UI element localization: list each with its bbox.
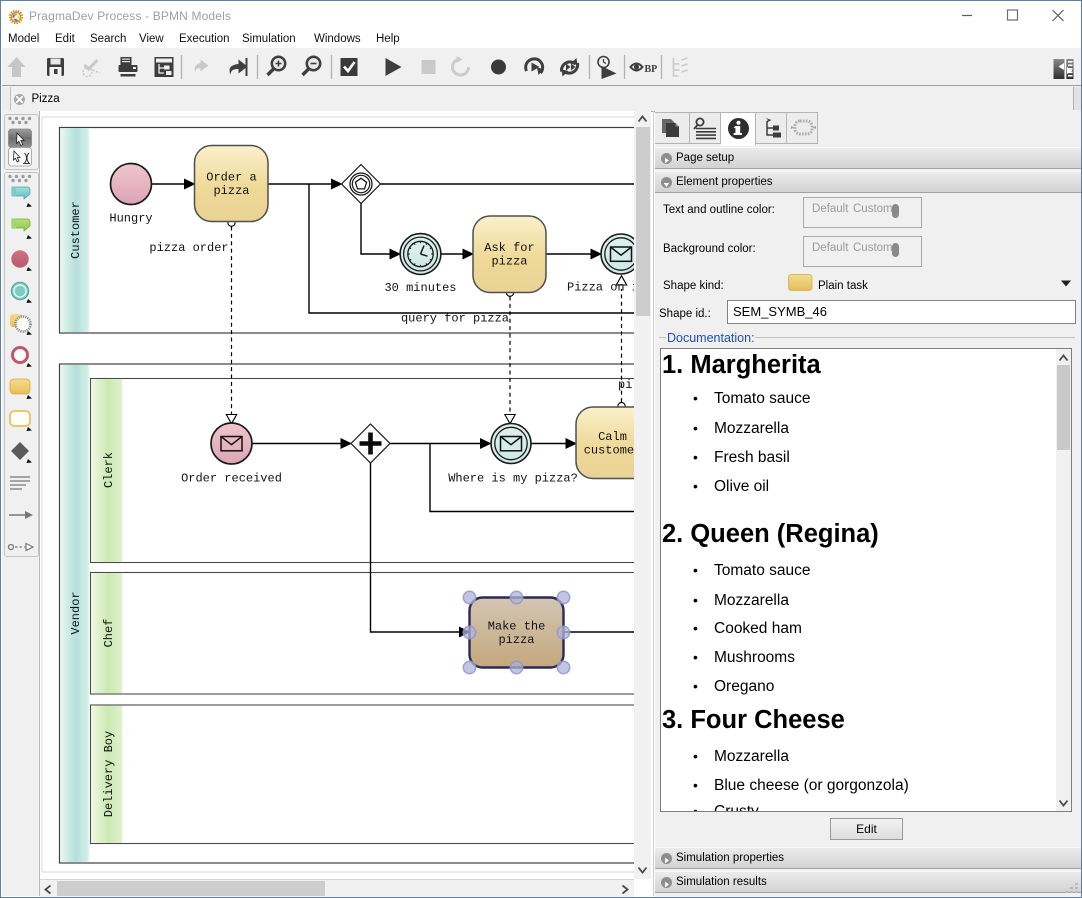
svg-text:pizza: pizza — [491, 255, 527, 269]
svg-text:Chef: Chef — [102, 619, 116, 648]
svg-text:Vendor: Vendor — [69, 591, 83, 634]
svg-text:query for pizza: query for pizza — [401, 312, 509, 326]
svg-text:BP: BP — [644, 64, 657, 75]
svg-text:Customer: Customer — [69, 201, 83, 259]
svg-text:customer: customer — [584, 444, 634, 458]
svg-text:Where is my pizza?: Where is my pizza? — [448, 472, 578, 486]
svg-text:30 minutes: 30 minutes — [384, 281, 456, 295]
svg-text:Pizza on it: Pizza on it — [567, 281, 634, 295]
svg-text:Ask for: Ask for — [484, 241, 534, 255]
svg-text:Make the: Make the — [488, 620, 546, 634]
svg-text:Calm: Calm — [598, 430, 627, 444]
svg-text:pizza: pizza — [498, 633, 534, 647]
svg-text:Order received: Order received — [181, 472, 282, 486]
svg-text:Clerk: Clerk — [102, 452, 116, 488]
svg-text:pizza order: pizza order — [149, 241, 228, 255]
svg-text:Order a: Order a — [206, 171, 256, 185]
svg-text:pizza: pizza — [213, 184, 249, 198]
svg-text:Hungry: Hungry — [109, 212, 152, 226]
svg-text:pi: pi — [618, 378, 632, 392]
svg-text:Delivery Boy: Delivery Boy — [102, 731, 116, 817]
